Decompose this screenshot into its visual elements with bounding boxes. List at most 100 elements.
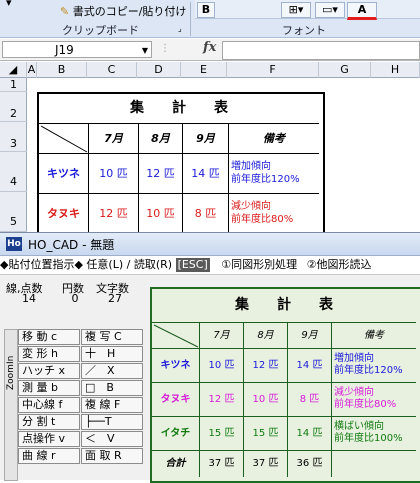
esc-button[interactable]: [ESC] — [175, 258, 210, 272]
row-header[interactable]: 1 — [0, 78, 27, 92]
stats-panel: 線,点数 円数 文字数 14 0 27 — [6, 280, 146, 305]
stat-value: 27 — [108, 292, 122, 305]
tool-line-button[interactable]: ／ X — [81, 363, 143, 379]
row-header[interactable]: 3 — [0, 122, 27, 152]
clipboard-launcher-icon[interactable]: ⌟ — [178, 24, 182, 33]
remarks-cell: 増加傾向 前年度比120% — [229, 154, 319, 194]
remark-line: 横ばい傾向 — [334, 421, 384, 432]
remark-line: 前年度比120% — [334, 365, 403, 376]
select-all-corner[interactable]: ◢ — [0, 62, 27, 78]
row-label: キツネ — [39, 154, 89, 194]
remarks-header: 備考 — [332, 323, 416, 349]
chevron-down-icon[interactable]: ▼ — [142, 42, 148, 59]
font-color-letter: A — [357, 3, 367, 16]
total-cell: 37 匹 — [244, 451, 288, 477]
tool-angle-button[interactable]: ＜ V — [81, 431, 143, 447]
excel-ribbon: ▾ ✎ 書式のコピー/貼り付け クリップボード ⌟ B ⊞▾ ▭▾ A フォント — [0, 0, 420, 38]
diagonal-header-cell — [152, 323, 200, 349]
paste-preview[interactable]: 集 計 表 7月 8月 9月 備考 キツネ 10 匹 12 匹 14 匹 増加傾… — [150, 287, 420, 483]
value-cell: 12 匹 — [139, 154, 183, 194]
zoom-label: ZoomIn — [6, 355, 16, 390]
value-cell: 14 匹 — [183, 154, 229, 194]
month-header: 7月 — [200, 323, 244, 349]
value-cell: 10 匹 — [200, 349, 244, 383]
format-painter-label: 書式のコピー/貼り付け — [72, 5, 187, 18]
zoom-strip[interactable]: ZoomIn — [4, 329, 18, 481]
tool-cross-button[interactable]: 十 H — [81, 346, 143, 362]
tool-divide-button[interactable]: 分 割 t — [18, 414, 80, 430]
column-header[interactable]: C — [87, 62, 137, 78]
tool-move-button[interactable]: 移 動 c — [18, 329, 80, 345]
insert-function-button[interactable]: fx — [203, 40, 216, 55]
bold-button[interactable]: B — [197, 2, 215, 18]
total-remarks-cell — [332, 451, 416, 477]
value-cell: 10 匹 — [244, 383, 288, 417]
font-toolbar: B ⊞▾ ▭▾ A — [195, 0, 420, 20]
remark-line: 増加傾向 — [334, 353, 374, 364]
font-color-button[interactable]: A — [347, 2, 377, 20]
formula-input[interactable] — [222, 41, 420, 60]
tool-rect-button[interactable]: □ B — [81, 380, 143, 396]
remark-line: 前年度比80% — [334, 399, 397, 410]
name-box[interactable]: J19 ▼ — [2, 41, 152, 58]
row-header[interactable]: 2 — [0, 92, 27, 122]
tool-chamfer-button[interactable]: 面 取 R — [81, 448, 143, 464]
value-cell: 8 匹 — [288, 383, 332, 417]
formula-grip-icon: ⋮ — [160, 43, 170, 54]
tool-centerline-button[interactable]: 中心線 f — [18, 397, 80, 413]
column-header[interactable]: B — [37, 62, 87, 78]
value-cell: 12 匹 — [244, 349, 288, 383]
name-box-value: J19 — [55, 43, 74, 57]
format-painter-button[interactable]: ✎ 書式のコピー/貼り付け — [60, 3, 186, 19]
remarks-cell: 横ばい傾向 前年度比100% — [332, 417, 416, 451]
remark-line: 前年度比120% — [231, 174, 300, 185]
value-cell: 15 匹 — [200, 417, 244, 451]
border-button[interactable]: ⊞▾ — [281, 2, 311, 18]
value-cell: 10 匹 — [139, 194, 183, 234]
column-header[interactable]: A — [27, 62, 37, 78]
tool-hatch-button[interactable]: ハッチ x — [18, 363, 80, 379]
row-label: イタチ — [152, 417, 200, 451]
group-separator — [190, 2, 191, 36]
remark-line: 減少傾向 — [231, 201, 271, 212]
column-header[interactable]: E — [181, 62, 227, 78]
option-load-other[interactable]: ②他図形読込 — [307, 258, 372, 271]
fill-color-button[interactable]: ▭▾ — [315, 2, 345, 18]
value-cell: 12 匹 — [89, 194, 139, 234]
column-header[interactable]: F — [227, 62, 319, 78]
tool-point-button[interactable]: 点操作 v — [18, 431, 80, 447]
column-header[interactable]: H — [371, 62, 420, 78]
tool-multiline-button[interactable]: 複 線 F — [81, 397, 143, 413]
worksheet-grid[interactable]: 集 計 表 7月 8月 9月 備考 キツネ 10 匹 12 匹 14 匹 増加傾… — [27, 78, 420, 241]
month-header: 8月 — [139, 124, 183, 154]
total-cell: 36 匹 — [288, 451, 332, 477]
diagonal-header-cell — [39, 124, 89, 154]
window-titlebar[interactable]: Ho HO_CAD - 無題 — [0, 233, 420, 256]
tool-dimension-button[interactable]: ├──T — [81, 414, 143, 430]
formula-bar: J19 ▼ ⋮ fx — [0, 39, 420, 61]
month-header: 7月 — [89, 124, 139, 154]
total-cell: 37 匹 — [200, 451, 244, 477]
value-cell: 15 匹 — [244, 417, 288, 451]
row-header[interactable]: 5 — [0, 192, 27, 232]
value-cell: 12 匹 — [200, 383, 244, 417]
font-group-label: フォント — [282, 24, 326, 37]
option-same-shape[interactable]: ①同図形別処理 — [221, 258, 297, 271]
tool-copy-button[interactable]: 複 写 C — [81, 329, 143, 345]
month-header: 9月 — [183, 124, 229, 154]
row-headers: 1 2 3 4 5 — [0, 78, 27, 232]
command-prompt: ◆貼付位置指示◆ 任意(L) / 読取(R) — [0, 258, 173, 271]
tool-curve-button[interactable]: 曲 線 r — [18, 448, 80, 464]
column-header[interactable]: G — [319, 62, 371, 78]
tool-measure-button[interactable]: 測 量 b — [18, 380, 80, 396]
month-header: 8月 — [244, 323, 288, 349]
row-label: タヌキ — [152, 383, 200, 417]
paste-button[interactable]: ▾ — [6, 0, 12, 9]
tool-transform-button[interactable]: 変 形 h — [18, 346, 80, 362]
row-header[interactable]: 4 — [0, 152, 27, 192]
column-header[interactable]: D — [137, 62, 181, 78]
border-icon: ⊞▾ — [288, 3, 304, 16]
diagonal-line — [40, 125, 88, 153]
remarks-cell: 減少傾向 前年度比80% — [229, 194, 319, 234]
remark-line: 増加傾向 — [231, 161, 271, 172]
